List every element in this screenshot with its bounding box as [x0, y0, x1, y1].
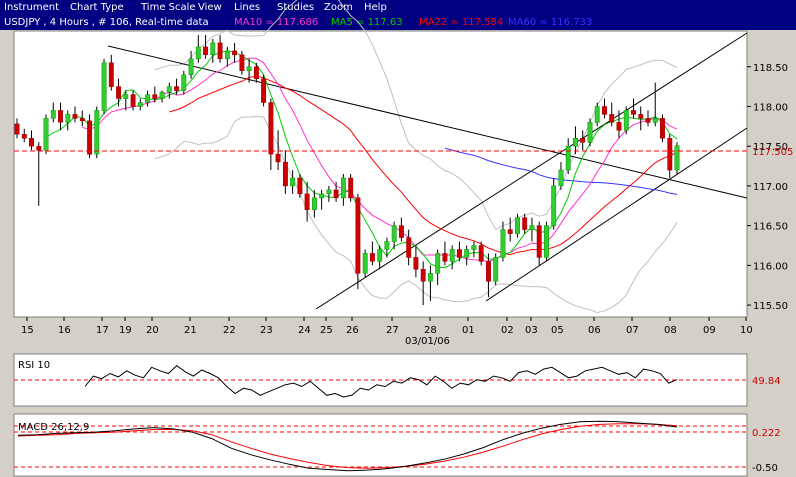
candle [493, 253, 499, 286]
x-tick-label: 02 [501, 325, 514, 336]
x-tick-label: 25 [320, 325, 333, 336]
candle [348, 174, 354, 202]
macd-title: MACD 26,12,9 [18, 422, 89, 433]
candle [660, 114, 665, 143]
x-tick-label: 17 [96, 325, 109, 336]
y-tick-label: 117.00 [753, 182, 788, 193]
x-tick-label: 06 [588, 325, 601, 336]
candle [43, 114, 49, 155]
y-tick-label: 116.50 [753, 222, 788, 233]
rsi-value: 49.84 [752, 376, 781, 387]
x-tick-label: 10 [740, 325, 753, 336]
x-tick-label: 09 [703, 325, 716, 336]
y-tick-label: 116.00 [753, 261, 788, 272]
macd-value: 0.222 [752, 428, 781, 439]
x-tick-label: 28 [424, 325, 437, 336]
x-tick-label: 07 [626, 325, 639, 336]
candle [94, 106, 100, 159]
candle [674, 142, 680, 174]
current-price-label: 117.505 [752, 147, 793, 158]
x-tick-label: 05 [551, 325, 564, 336]
x-tick-label: 21 [184, 325, 197, 336]
price-axis: 118.50118.00117.50117.00116.50116.00115.… [747, 63, 788, 312]
x-tick-label: 23 [260, 325, 273, 336]
candle [544, 221, 549, 262]
x-tick-label: 08 [664, 325, 677, 336]
x-tick-label: 19 [119, 325, 132, 336]
macd-lower-label: -0.50 [752, 463, 778, 474]
x-tick-label: 20 [146, 325, 159, 336]
y-tick-label: 118.00 [753, 102, 788, 113]
x-tick-label: 01 [462, 325, 475, 336]
x-tick-label: 22 [223, 325, 236, 336]
x-tick-label: 24 [298, 325, 311, 336]
date-sublabel: 03/01/06 [405, 336, 450, 347]
candle [261, 74, 267, 107]
candle [87, 114, 93, 159]
x-tick-label: 26 [346, 325, 359, 336]
candle [587, 118, 593, 147]
rsi-title: RSI 10 [18, 360, 50, 371]
candle [101, 58, 107, 115]
candle [551, 177, 557, 230]
y-tick-label: 115.50 [753, 301, 788, 312]
x-tick-label: 16 [58, 325, 71, 336]
candle [362, 249, 368, 278]
chart-canvas[interactable]: 118.50118.00117.50117.00116.50116.00115.… [0, 0, 796, 477]
x-tick-label: 03 [525, 325, 538, 336]
price-panel [13, 30, 748, 318]
time-axis: 15 16 17 19 20 21 22 23 24 25 26 27 28 01 02 03 05 06 07 08… [21, 317, 753, 336]
x-tick-label: 15 [21, 325, 34, 336]
candle [623, 106, 629, 135]
x-tick-label: 27 [386, 325, 399, 336]
y-tick-label: 118.50 [753, 63, 788, 74]
